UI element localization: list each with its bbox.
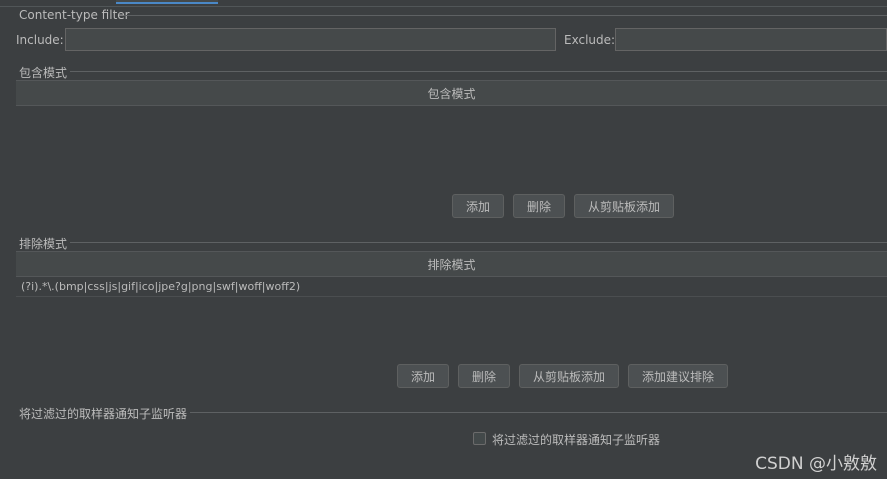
include-patterns-column-header[interactable]: 包含模式 (16, 80, 887, 106)
include-patterns-title: 包含模式 (19, 66, 68, 80)
exclude-patterns-title: 排除模式 (19, 237, 68, 251)
exclude-patterns-column-header[interactable]: 排除模式 (16, 251, 887, 277)
include-add-from-clipboard-button[interactable]: 从剪贴板添加 (574, 194, 674, 218)
http-recorder-filter-panel: Content-type filter Include: Exclude: 包含… (0, 0, 887, 479)
exclude-delete-button[interactable]: 删除 (458, 364, 510, 388)
notify-child-title: 将过滤过的取样器通知子监听器 (19, 407, 188, 421)
watermark: CSDN @小敫敫 (755, 454, 877, 474)
add-suggested-excludes-button[interactable]: 添加建议排除 (628, 364, 728, 388)
selected-tab-indicator[interactable] (116, 0, 218, 4)
content-type-filter-title: Content-type filter (19, 8, 130, 22)
exclude-add-from-clipboard-button[interactable]: 从剪贴板添加 (519, 364, 619, 388)
section-divider (124, 15, 887, 16)
section-divider (70, 71, 887, 72)
include-delete-button[interactable]: 删除 (513, 194, 565, 218)
exclude-input[interactable] (615, 28, 887, 51)
exclude-label: Exclude: (564, 33, 616, 47)
table-row[interactable]: (?i).*\.(bmp|css|js|gif|ico|jpe?g|png|sw… (16, 277, 887, 297)
include-label: Include: (16, 33, 64, 47)
include-add-button[interactable]: 添加 (452, 194, 504, 218)
tab-divider (0, 6, 887, 7)
notify-child-checkbox-label[interactable]: 将过滤过的取样器通知子监听器 (492, 431, 660, 448)
include-input[interactable] (65, 28, 556, 51)
section-divider (70, 242, 887, 243)
section-divider (190, 412, 887, 413)
exclude-add-button[interactable]: 添加 (397, 364, 449, 388)
notify-child-checkbox[interactable] (473, 432, 486, 445)
include-patterns-table[interactable]: 包含模式 (16, 80, 887, 188)
exclude-patterns-table[interactable]: 排除模式 (?i).*\.(bmp|css|js|gif|ico|jpe?g|p… (16, 251, 887, 357)
